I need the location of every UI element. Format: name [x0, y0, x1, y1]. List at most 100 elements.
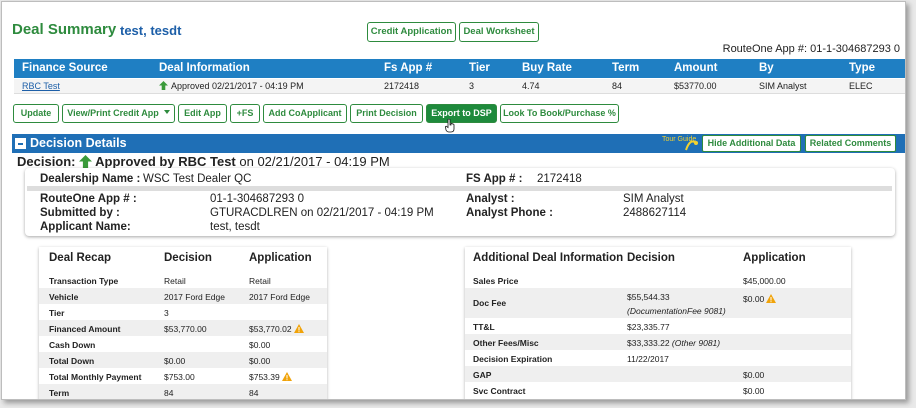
table-row: Tier 3 — [39, 304, 327, 320]
applicant-label: Applicant Name: — [40, 221, 131, 233]
divider — [27, 186, 892, 191]
decision-note: (DocumentationFee 9081) — [627, 306, 726, 316]
additional-deal-info-panel: Additional Deal Information Decision App… — [465, 247, 851, 399]
deal-information-cell: Approved 02/21/2017 - 04:19 PM — [159, 81, 304, 91]
dealership-label: Dealership Name : — [40, 173, 141, 185]
analyst-phone-label: Analyst Phone : — [466, 207, 553, 219]
analyst-phone-value: 2488627114 — [623, 207, 687, 219]
look-to-book-button[interactable]: Look To Book/Purchase % — [500, 104, 619, 123]
edit-app-button[interactable]: Edit App — [178, 104, 227, 123]
routeone-value: 01-1-304687293 0 — [210, 193, 304, 205]
decision-details-title: Decision Details — [30, 136, 127, 150]
row-label: Cash Down — [49, 340, 96, 350]
term-cell: 84 — [612, 81, 623, 91]
routeone-label: RouteOne App # : — [40, 193, 137, 205]
warning-icon — [293, 324, 304, 333]
col-type: Type — [849, 62, 875, 74]
application-value: $53,770.02 — [249, 324, 304, 334]
decision-value: 2017 Ford Edge — [164, 292, 225, 302]
table-row: Financed Amount $53,770.00 $53,770.02 — [39, 320, 327, 336]
col-deal-information: Deal Information — [159, 62, 250, 74]
row-label: Total Down — [49, 356, 95, 366]
application-value: $0.00 — [249, 356, 271, 366]
print-decision-button[interactable]: Print Decision — [350, 104, 423, 123]
application-value: 2017 Ford Edge — [249, 292, 310, 302]
collapse-icon[interactable] — [15, 138, 26, 149]
col-buy-rate: Buy Rate — [522, 62, 572, 74]
hand-cursor-icon — [445, 119, 455, 133]
decision-value: $33,333.22 (Other 9081) — [627, 338, 721, 348]
submitted-label: Submitted by : — [40, 207, 120, 219]
table-row: Term 84 84 — [39, 384, 327, 399]
row-label: Decision Expiration — [473, 354, 553, 364]
table-row: GAP $0.00 — [465, 366, 851, 382]
warning-icon — [766, 294, 777, 303]
by-cell: SIM Analyst — [759, 81, 807, 91]
application-value: $0.00 — [249, 340, 271, 350]
type-cell: ELEC — [849, 81, 873, 91]
page-title: Deal Summary — [12, 21, 117, 38]
row-label: Tier — [49, 308, 65, 318]
view-print-credit-app-button[interactable]: View/Print Credit App — [62, 104, 175, 123]
submitted-value: GTURACDLREN on 02/21/2017 - 04:19 PM — [210, 207, 434, 219]
amount-cell: $53770.00 — [674, 81, 717, 91]
hide-additional-data-button[interactable]: Hide Additional Data — [702, 135, 801, 152]
export-to-dsp-button[interactable]: Export to DSP — [426, 104, 497, 123]
approved-arrow-icon — [159, 81, 168, 90]
routeone-app-number: RouteOne App #: 01-1-304687293 0 — [722, 43, 900, 55]
col-finance-source: Finance Source — [22, 62, 108, 74]
table-row: Sales Price $45,000.00 — [465, 272, 851, 288]
add-fs-button[interactable]: +FS — [230, 104, 260, 123]
decision-status: Approved by RBC Test — [95, 154, 236, 169]
analyst-value: SIM Analyst — [623, 193, 684, 205]
decision-value: 84 — [164, 388, 174, 398]
decision-value: $0.00 — [164, 356, 186, 366]
buy-rate-cell: 4.74 — [522, 81, 540, 91]
row-label: Doc Fee — [473, 298, 507, 308]
chevron-down-icon — [163, 110, 170, 114]
decision-line: Decision: Approved by RBC Test on 02/21/… — [17, 154, 390, 169]
table-row: Svc Contract $0.00 — [465, 382, 851, 398]
application-value: $45,000.00 — [743, 276, 786, 286]
row-label: Other Fees/Misc — [473, 338, 539, 348]
application-value: $0.00 — [743, 370, 765, 380]
table-row: Vehicle 2017 Ford Edge 2017 Ford Edge — [39, 288, 327, 304]
row-label: Vehicle — [49, 292, 79, 302]
col-tier: Tier — [469, 62, 490, 74]
add-coapplicant-button[interactable]: Add CoApplicant — [263, 104, 347, 123]
table-row: Decision Expiration 11/22/2017 — [465, 350, 851, 366]
fs-app-value: 2172418 — [537, 173, 582, 185]
table-row: RBC Test Approved 02/21/2017 - 04:19 PM … — [14, 79, 905, 94]
col-fs-app: Fs App # — [384, 62, 433, 74]
application-value: $753.39 — [249, 372, 292, 382]
related-comments-button[interactable]: Related Comments — [805, 135, 896, 152]
table-row: Cash Down $0.00 — [39, 336, 327, 352]
table-row: Total Down $0.00 $0.00 — [39, 352, 327, 368]
deal-recap-header: Deal Recap Decision Application — [49, 252, 312, 264]
decision-note: (Other 9081) — [669, 338, 721, 348]
row-label: Financed Amount — [49, 324, 121, 334]
decision-value: $53,770.00 — [164, 324, 207, 334]
application-value: $0.00 — [743, 294, 777, 304]
applicant-value: test, tesdt — [210, 221, 260, 233]
table-row: Other Fees/Misc $33,333.22 (Other 9081) — [465, 334, 851, 350]
decision-value: $753.00 — [164, 372, 195, 382]
decision-value: 3 — [164, 308, 169, 318]
table-row: Doc Fee $55,544.33 (DocumentationFee 9081)… — [465, 288, 851, 318]
finance-source-link[interactable]: RBC Test — [22, 81, 60, 91]
finance-table-header: Finance Source Deal Information Fs App #… — [14, 59, 905, 78]
update-button[interactable]: Update — [13, 104, 59, 123]
col-amount: Amount — [674, 62, 718, 74]
tour-guide-link[interactable]: Tour Guide — [660, 134, 700, 153]
credit-application-button[interactable]: Credit Application — [367, 22, 456, 42]
application-value: $0.00 — [743, 386, 765, 396]
application-value: 84 — [249, 388, 259, 398]
row-label: Total Monthly Payment — [49, 372, 142, 382]
deal-worksheet-button[interactable]: Deal Worksheet — [459, 22, 539, 42]
decision-value: $55,544.33 — [627, 292, 670, 302]
additional-info-header: Additional Deal Information Decision App… — [473, 252, 806, 264]
analyst-label: Analyst : — [466, 193, 515, 205]
col-term: Term — [612, 62, 640, 74]
dealership-value: WSC Test Dealer QC — [143, 173, 252, 185]
decision-value: $23,335.77 — [627, 322, 670, 332]
